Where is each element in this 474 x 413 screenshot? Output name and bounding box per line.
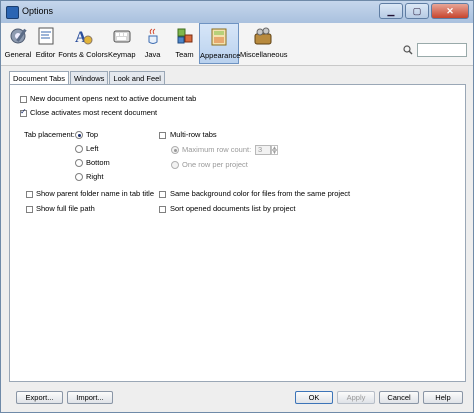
- category-team[interactable]: Team: [170, 23, 199, 64]
- same-bg-color-checkbox[interactable]: [159, 191, 166, 198]
- new-doc-next-to-active-checkbox[interactable]: [20, 96, 27, 103]
- max-row-count-radio[interactable]: [171, 146, 179, 154]
- show-parent-folder-label: Show parent folder name in tab title: [36, 189, 154, 198]
- placement-left-radio[interactable]: [75, 145, 83, 153]
- max-row-count-value: 3: [258, 145, 263, 154]
- placement-top-radio[interactable]: [75, 131, 83, 139]
- category-label: Appearance: [200, 51, 241, 60]
- app-icon: [6, 6, 19, 19]
- ok-button[interactable]: OK: [295, 391, 333, 404]
- category-toolbar: General Editor A Fonts & Colors Keymap J…: [1, 23, 473, 66]
- tab-look-and-feel[interactable]: Look and Feel: [109, 71, 165, 85]
- search-icon: [403, 45, 413, 55]
- category-label: Miscellaneous: [240, 50, 288, 59]
- category-label: Java: [144, 50, 161, 59]
- category-keymap[interactable]: Keymap: [108, 23, 136, 64]
- spinner-down-icon[interactable]: ▼: [271, 150, 278, 156]
- category-label: Fonts & Colors: [58, 50, 108, 59]
- window-title: Options: [22, 6, 54, 16]
- sort-by-project-checkbox[interactable]: [159, 206, 166, 213]
- keymap-icon: [113, 30, 130, 43]
- minimize-button[interactable]: ▁: [379, 3, 403, 19]
- tab-placement-label: Tab placement:: [24, 130, 75, 139]
- placement-top-label: Top: [86, 130, 99, 139]
- category-java[interactable]: Java: [135, 23, 170, 64]
- category-editor[interactable]: Editor: [33, 23, 58, 64]
- placement-right-label: Right: [86, 172, 104, 181]
- appearance-icon: [211, 28, 227, 46]
- new-doc-next-to-active-label: New document opens next to active docume…: [30, 94, 197, 103]
- placement-bottom-label: Bottom: [86, 158, 110, 167]
- category-label: Keymap: [108, 50, 136, 59]
- placement-left-label: Left: [86, 144, 99, 153]
- one-row-per-project-label: One row per project: [182, 160, 248, 169]
- tab-strip: Document Tabs Windows Look and Feel: [9, 71, 166, 86]
- max-row-count-spinner[interactable]: 3: [255, 145, 271, 155]
- category-label: General: [4, 50, 32, 59]
- same-bg-color-label: Same background color for files from the…: [170, 189, 351, 198]
- miscellaneous-icon: [254, 27, 271, 45]
- show-parent-folder-checkbox[interactable]: [26, 191, 33, 198]
- close-button[interactable]: ✕: [431, 3, 469, 19]
- document-tabs-panel: New document opens next to active docume…: [9, 84, 466, 382]
- category-general[interactable]: General: [3, 23, 33, 64]
- placement-bottom-radio[interactable]: [75, 159, 83, 167]
- sort-by-project-label: Sort opened documents list by project: [170, 204, 296, 213]
- fonts-colors-icon: A: [75, 29, 93, 46]
- title-bar[interactable]: Options ▁ ▢ ✕: [1, 1, 473, 24]
- close-activates-recent-label: Close activates most recent document: [30, 108, 158, 117]
- one-row-per-project-radio[interactable]: [171, 161, 179, 169]
- category-label: Editor: [35, 50, 56, 59]
- close-activates-recent-checkbox[interactable]: [20, 107, 27, 117]
- category-appearance[interactable]: Appearance: [199, 23, 241, 64]
- tab-windows[interactable]: Windows: [69, 71, 109, 85]
- team-icon: [177, 28, 192, 44]
- multi-row-tabs-checkbox[interactable]: [159, 132, 166, 139]
- spinner-arrows[interactable]: ▲ ▼: [271, 145, 278, 156]
- export-button[interactable]: Export...: [16, 391, 63, 404]
- category-miscellaneous[interactable]: Miscellaneous: [240, 23, 288, 64]
- help-button[interactable]: Help: [423, 391, 463, 404]
- show-full-path-label: Show full file path: [36, 204, 95, 213]
- maximize-button[interactable]: ▢: [405, 3, 429, 19]
- search-input[interactable]: [417, 43, 467, 57]
- apply-button[interactable]: Apply: [337, 391, 375, 404]
- category-label: Team: [175, 50, 194, 59]
- options-window: Options ▁ ▢ ✕ General Editor A Fonts & C…: [0, 0, 474, 413]
- general-icon: [10, 28, 27, 44]
- editor-icon: [38, 27, 53, 45]
- show-full-path-checkbox[interactable]: [26, 206, 33, 213]
- java-icon: [148, 28, 157, 44]
- category-fonts-colors[interactable]: A Fonts & Colors: [58, 23, 108, 64]
- max-row-count-label: Maximum row count:: [182, 145, 252, 154]
- import-button[interactable]: Import...: [67, 391, 113, 404]
- multi-row-tabs-label: Multi-row tabs: [170, 130, 217, 139]
- cancel-button[interactable]: Cancel: [379, 391, 419, 404]
- placement-right-radio[interactable]: [75, 173, 83, 181]
